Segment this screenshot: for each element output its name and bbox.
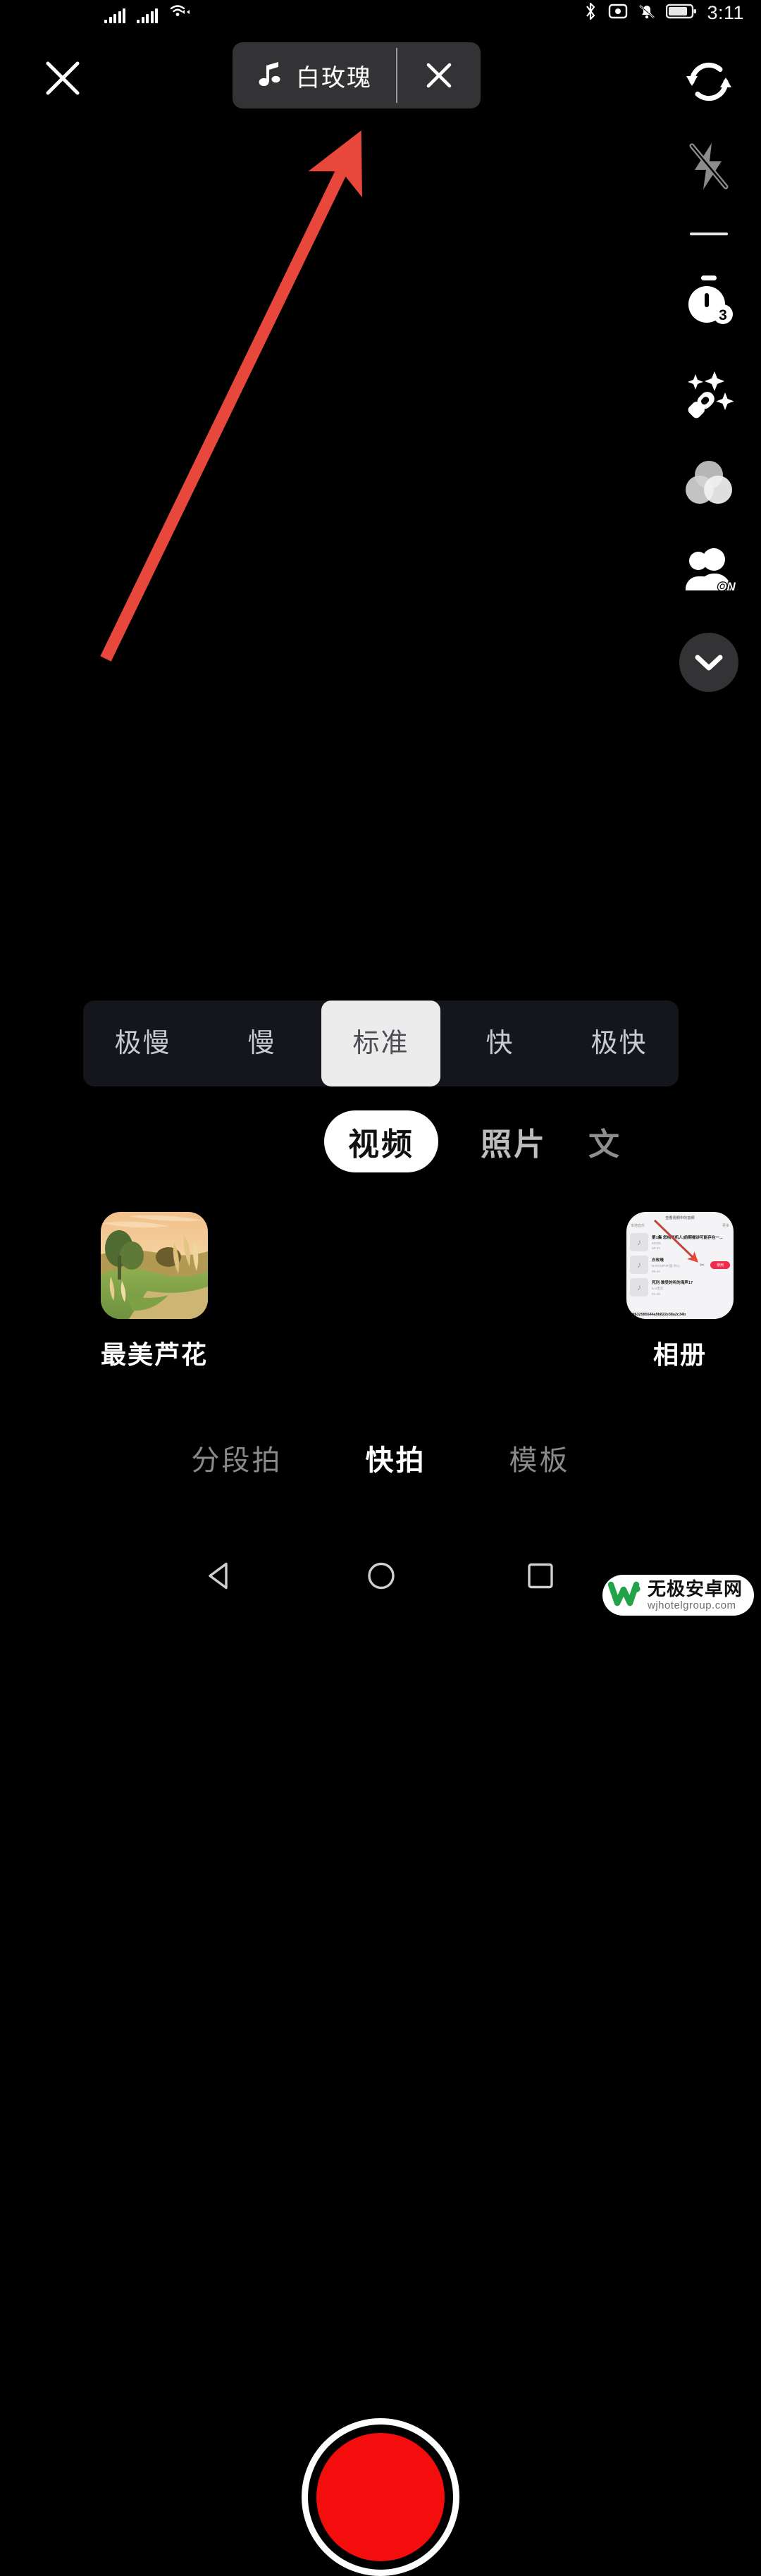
camera-tools-rail: 3 ON bbox=[657, 42, 761, 707]
bottom-mode-nav[interactable]: 分段拍 快拍 模板 bbox=[0, 1437, 761, 1478]
tab-video[interactable]: 视频 bbox=[324, 1110, 438, 1172]
speed-option-2[interactable]: 标准 bbox=[321, 1001, 440, 1086]
bottom-tab-segmented[interactable]: 分段拍 bbox=[192, 1437, 283, 1478]
music-pill[interactable]: 白玫瑰 bbox=[233, 42, 481, 109]
speed-option-1[interactable]: 慢 bbox=[202, 1001, 321, 1086]
speed-option-0[interactable]: 极慢 bbox=[83, 1001, 202, 1086]
speed-selector[interactable]: 极慢 慢 标准 快 极快 bbox=[83, 1001, 679, 1086]
bottom-tab-template[interactable]: 模板 bbox=[509, 1437, 570, 1478]
watermark-text: 无极安卓网 wjhotelgroup.com bbox=[648, 1580, 743, 1611]
wifi-icon bbox=[169, 3, 190, 23]
site-watermark: 无极安卓网 wjhotelgroup.com bbox=[602, 1575, 754, 1616]
timer-button[interactable]: 3 bbox=[657, 256, 761, 347]
beautify-button[interactable] bbox=[657, 347, 761, 437]
signal-bars-sim2-icon bbox=[137, 8, 158, 23]
album-thumbnail[interactable]: 查看视频中的音频 本地音乐 更多 ♪ 第1集 您相邻机人(前期播讲可能存在一..… bbox=[626, 1212, 734, 1319]
close-button[interactable] bbox=[44, 59, 82, 97]
flip-camera-button[interactable] bbox=[657, 42, 761, 121]
filter-button[interactable] bbox=[657, 437, 761, 527]
signal-bars-sim1-icon bbox=[104, 8, 125, 23]
music-remove-button[interactable] bbox=[397, 42, 481, 109]
flash-button[interactable] bbox=[657, 121, 761, 211]
tab-photo[interactable]: 照片 bbox=[481, 1119, 547, 1164]
duet-friends-button[interactable]: ON bbox=[657, 527, 761, 617]
album-label: 相册 bbox=[652, 1340, 707, 1369]
duet-on-label: ON bbox=[717, 580, 736, 593]
speed-option-3[interactable]: 快 bbox=[440, 1001, 559, 1086]
watermark-url: wjhotelgroup.com bbox=[647, 1599, 736, 1611]
screenshot-icon bbox=[608, 2, 628, 24]
collapse-tools-button[interactable] bbox=[657, 617, 761, 707]
rail-divider bbox=[657, 211, 761, 256]
capture-controls: 最美芦花 查看视频中的音频 本地音乐 更多 ♪ 第1集 您相邻机人(前期播讲可能… bbox=[0, 1212, 761, 2576]
status-bar: 3:11 bbox=[0, 0, 761, 32]
bottom-tab-quickshot[interactable]: 快拍 bbox=[366, 1437, 426, 1478]
nav-recents-button[interactable] bbox=[523, 1559, 558, 1597]
effect-thumbnail[interactable] bbox=[101, 1212, 208, 1319]
status-bar-left bbox=[104, 3, 190, 23]
nav-home-button[interactable] bbox=[364, 1559, 399, 1597]
album-preview: 查看视频中的音频 本地音乐 更多 ♪ 第1集 您相邻机人(前期播讲可能存在一..… bbox=[626, 1212, 734, 1319]
timer-badge-value: 3 bbox=[719, 307, 727, 323]
w-logo-icon bbox=[607, 1580, 641, 1611]
capture-mode-tabs[interactable]: 视频 照片 文 bbox=[0, 1106, 761, 1177]
nav-back-button[interactable] bbox=[203, 1559, 238, 1597]
watermark-title: 无极安卓网 bbox=[647, 1578, 743, 1599]
battery-icon bbox=[666, 3, 697, 23]
music-note-icon bbox=[258, 60, 282, 92]
bell-mute-icon bbox=[638, 1, 656, 25]
record-button[interactable] bbox=[302, 2418, 459, 2576]
bluetooth-icon bbox=[583, 1, 598, 25]
effect-button[interactable]: 最美芦花 bbox=[101, 1212, 208, 1371]
tab-text[interactable]: 文 bbox=[588, 1119, 621, 1164]
camera-screen: 3:11 白玫瑰 3 ON 极慢 慢 标准 快 极快 视频 照片 文 最美芦花 … bbox=[0, 0, 761, 2576]
album-button[interactable]: 查看视频中的音频 本地音乐 更多 ♪ 第1集 您相邻机人(前期播讲可能存在一..… bbox=[626, 1212, 734, 1371]
chevron-down-icon[interactable] bbox=[679, 633, 738, 692]
effect-label: 最美芦花 bbox=[101, 1340, 209, 1369]
status-bar-right: 3:11 bbox=[583, 1, 744, 25]
music-title: 白玫瑰 bbox=[296, 64, 372, 92]
album-preview-arrow bbox=[653, 1219, 699, 1263]
music-pill-content[interactable]: 白玫瑰 bbox=[233, 42, 396, 109]
status-bar-clock: 3:11 bbox=[707, 2, 744, 23]
record-button-inner[interactable] bbox=[316, 2433, 445, 2561]
speed-option-4[interactable]: 极快 bbox=[559, 1001, 679, 1086]
